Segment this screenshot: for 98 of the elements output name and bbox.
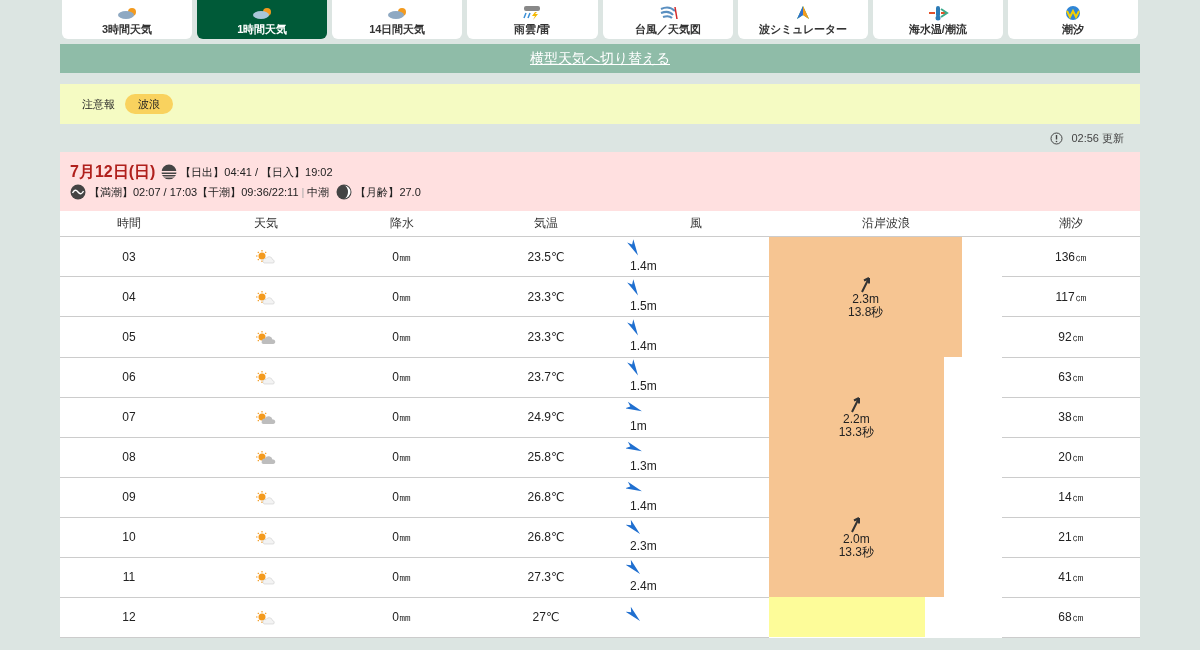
wind-arrow-icon bbox=[626, 519, 642, 537]
tab-button[interactable]: 海水温/潮流 bbox=[872, 0, 1003, 39]
table-cell: 0㎜ bbox=[333, 276, 470, 317]
wave-height: 2.0m bbox=[843, 532, 870, 546]
table-cell: 26.8℃ bbox=[470, 477, 622, 517]
sun-cloud-icon bbox=[254, 529, 277, 546]
wind-speed: 1.5m bbox=[630, 378, 657, 395]
table-cell: 0㎜ bbox=[333, 357, 470, 397]
table-cell: 0㎜ bbox=[333, 477, 470, 517]
wave-direction-icon bbox=[858, 274, 873, 293]
date-heading: 7月12日(日) bbox=[70, 162, 156, 182]
column-header: 風 bbox=[622, 210, 769, 237]
column-header: 天気 bbox=[198, 210, 333, 237]
tab-button[interactable]: 3時間天気 bbox=[62, 0, 193, 39]
wave-height: 2.2m bbox=[843, 412, 870, 426]
tab-button[interactable]: 14日間天気 bbox=[332, 0, 463, 39]
table-cell: 0㎜ bbox=[333, 397, 470, 437]
column-header: 降水 bbox=[333, 210, 470, 237]
wind-speed: 1.5m bbox=[630, 297, 657, 315]
wind-speed: 2.3m bbox=[630, 538, 657, 555]
advisory-tag: 波浪 bbox=[125, 93, 173, 115]
table-cell: 0㎜ bbox=[333, 597, 470, 637]
advisory-label: 注意報 bbox=[82, 96, 115, 112]
table-cell: 0㎜ bbox=[333, 236, 470, 277]
wind-speed: 1.4m bbox=[630, 337, 657, 355]
sun-cloud-icon bbox=[254, 409, 277, 426]
wave-icon bbox=[70, 184, 86, 201]
sun-cloud-icon bbox=[254, 289, 277, 306]
tab-button[interactable]: 1時間天気 bbox=[197, 0, 328, 39]
table-cell: 10 bbox=[60, 517, 198, 557]
table-cell: 92㎝ bbox=[1002, 316, 1140, 357]
table-cell: 20㎝ bbox=[1002, 437, 1140, 477]
table-cell: 24.9℃ bbox=[470, 397, 622, 437]
column-header: 時間 bbox=[60, 210, 198, 237]
table-cell: 09 bbox=[60, 477, 198, 517]
tab-button[interactable]: 波シミュレーター bbox=[737, 0, 868, 39]
table-cell: 0㎜ bbox=[333, 557, 470, 597]
wind-speed: 1.4m bbox=[630, 257, 657, 275]
moon-icon bbox=[336, 184, 353, 201]
wave-period: 13.8秒 bbox=[848, 306, 884, 320]
table-cell: 41㎝ bbox=[1002, 557, 1140, 597]
table-cell: 21㎝ bbox=[1002, 517, 1140, 557]
thermometer-arrows-icon bbox=[926, 4, 949, 21]
sunset-icon bbox=[161, 164, 178, 180]
table-cell: 06 bbox=[60, 357, 198, 397]
wind-speed: 1m bbox=[630, 418, 647, 435]
sun-cloud-icon bbox=[254, 489, 277, 506]
wind-speed: 1.3m bbox=[630, 458, 657, 475]
column-header: 沿岸波浪 bbox=[769, 210, 1002, 237]
table-cell: 23.3℃ bbox=[470, 276, 622, 317]
table-cell: 26.8℃ bbox=[470, 517, 622, 557]
table-cell: 23.5℃ bbox=[470, 236, 622, 277]
table-cell: 0㎜ bbox=[333, 316, 470, 357]
table-cell: 23.7℃ bbox=[470, 357, 622, 397]
sun-cloud-icon bbox=[254, 369, 277, 386]
wind-speed: 1.4m bbox=[630, 498, 657, 515]
table-cell: 08 bbox=[60, 437, 198, 477]
table-cell: 0㎜ bbox=[333, 517, 470, 557]
sun-cloud-icon bbox=[254, 329, 277, 346]
table-cell: 117㎝ bbox=[1002, 276, 1140, 317]
wave-period: 13.3秒 bbox=[838, 426, 875, 440]
wind-arrow-icon bbox=[626, 559, 642, 577]
wave-period: 13.3秒 bbox=[838, 546, 875, 560]
table-cell: 38㎝ bbox=[1002, 397, 1140, 437]
update-time: 02:56 更新 bbox=[1071, 130, 1124, 146]
wind-speed: 2.4m bbox=[630, 578, 657, 595]
table-cell: 04 bbox=[60, 276, 198, 317]
table-cell: 11 bbox=[60, 557, 198, 597]
table-cell: 07 bbox=[60, 397, 198, 437]
sun-cloud-icon bbox=[254, 609, 277, 626]
table-cell: 05 bbox=[60, 316, 198, 357]
sun-cloud-icon bbox=[254, 569, 277, 586]
tab-button[interactable]: 雨雲/雷 bbox=[467, 0, 598, 39]
info-icon bbox=[1050, 131, 1064, 145]
wave-height: 2.3m bbox=[852, 292, 880, 306]
column-header: 潮汐 bbox=[1002, 210, 1140, 237]
table-cell: 136㎝ bbox=[1002, 236, 1140, 277]
table-cell: 23.3℃ bbox=[470, 316, 622, 357]
sun-cloud-icon bbox=[254, 249, 277, 266]
tide-name: 中潮 bbox=[307, 185, 330, 200]
table-cell: 68㎝ bbox=[1002, 597, 1140, 637]
table-cell: 63㎝ bbox=[1002, 357, 1140, 397]
wind-arrow-icon bbox=[626, 605, 642, 624]
table-cell: 27.3℃ bbox=[470, 557, 622, 597]
table-cell: 0㎜ bbox=[333, 437, 470, 477]
sun-cloud-icon bbox=[254, 449, 277, 466]
table-cell: 25.8℃ bbox=[470, 437, 622, 477]
table-cell: 12 bbox=[60, 597, 198, 637]
moon-age: 【月齢】27.0 bbox=[355, 185, 421, 200]
table-cell: 27℃ bbox=[470, 597, 622, 637]
tab-button[interactable]: 潮汐 bbox=[1007, 0, 1138, 39]
separator: | bbox=[301, 185, 305, 200]
table-cell: 14㎝ bbox=[1002, 477, 1140, 517]
column-header: 気温 bbox=[470, 210, 622, 237]
sun-times: 【日出】04:41 / 【日入】19:02 bbox=[180, 164, 333, 180]
tide-times: 【満潮】02:07 / 17:03【干潮】09:36/22:11 bbox=[89, 185, 299, 200]
table-cell: 03 bbox=[60, 236, 198, 277]
tab-button[interactable]: 台風／天気図 bbox=[602, 0, 733, 39]
